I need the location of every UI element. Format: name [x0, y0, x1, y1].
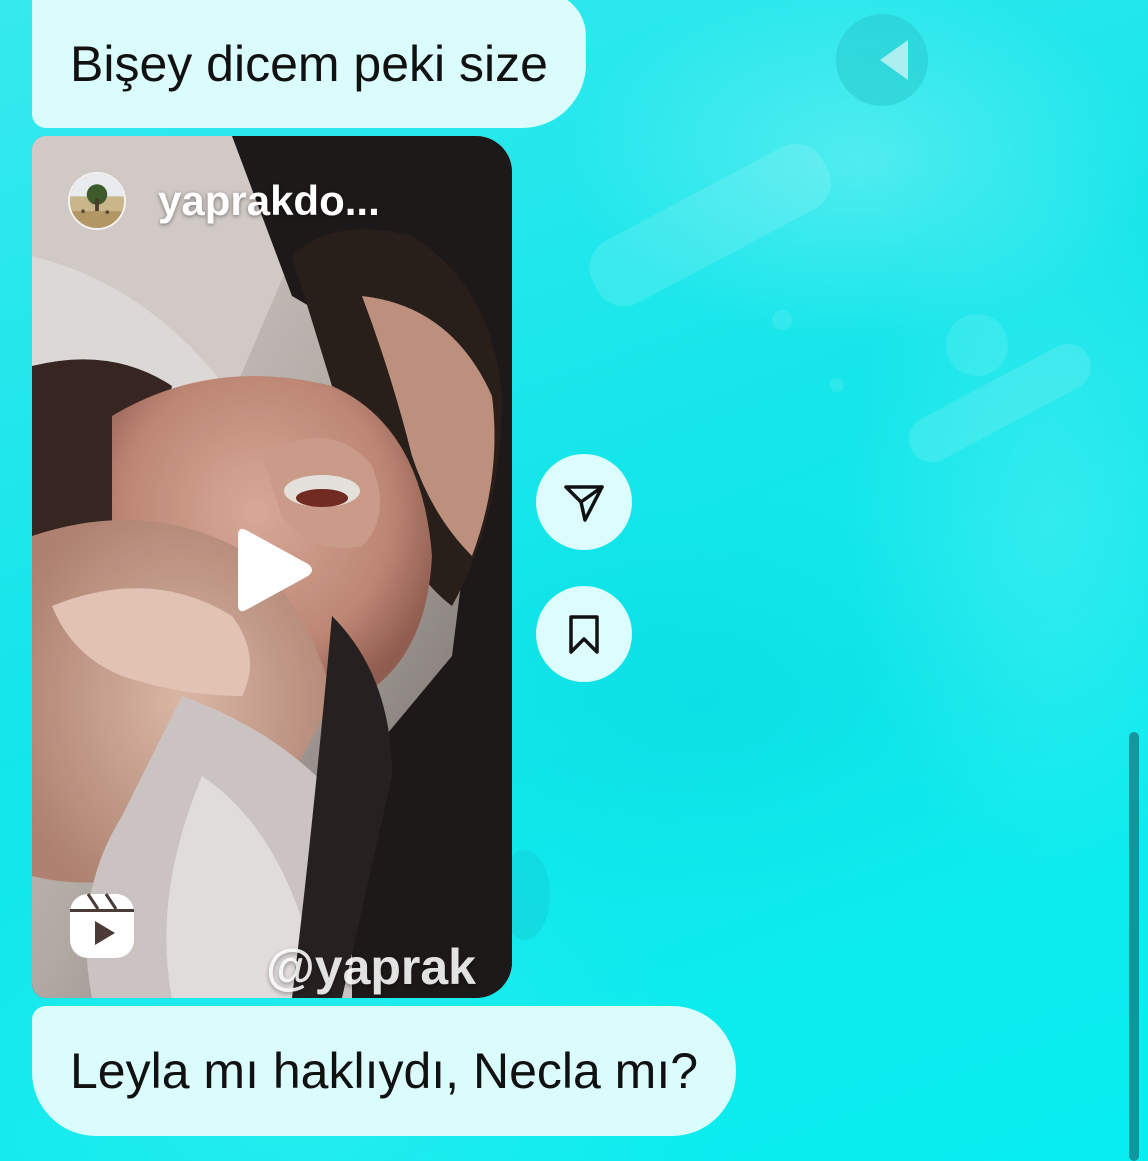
shared-reel-card[interactable]: yaprakdo... @yaprak — [32, 136, 512, 998]
background-decoration — [830, 378, 844, 392]
share-button[interactable] — [536, 454, 632, 550]
scrollbar[interactable] — [1129, 732, 1139, 1161]
message-text: Bişey dicem peki size — [70, 36, 548, 92]
reel-username[interactable]: yaprakdo... — [158, 177, 380, 225]
message-bubble[interactable]: Leyla mı haklıydı, Necla mı? — [32, 1006, 737, 1136]
message-bubble[interactable]: Bişey dicem peki size — [32, 0, 586, 128]
bookmark-icon — [569, 615, 599, 654]
message-text: Leyla mı haklıydı, Necla mı? — [70, 1043, 699, 1099]
background-decoration — [946, 314, 1008, 376]
play-icon[interactable] — [232, 524, 316, 616]
background-logo — [836, 14, 928, 106]
background-decoration — [772, 310, 792, 330]
background-decoration — [578, 133, 842, 317]
save-button[interactable] — [536, 586, 632, 682]
avatar[interactable] — [68, 172, 126, 230]
reel-watermark: @yaprak — [266, 939, 476, 995]
send-icon — [564, 485, 604, 522]
avatar-image — [70, 174, 124, 228]
reel-header[interactable]: yaprakdo... — [68, 172, 380, 230]
reels-icon — [70, 893, 134, 958]
